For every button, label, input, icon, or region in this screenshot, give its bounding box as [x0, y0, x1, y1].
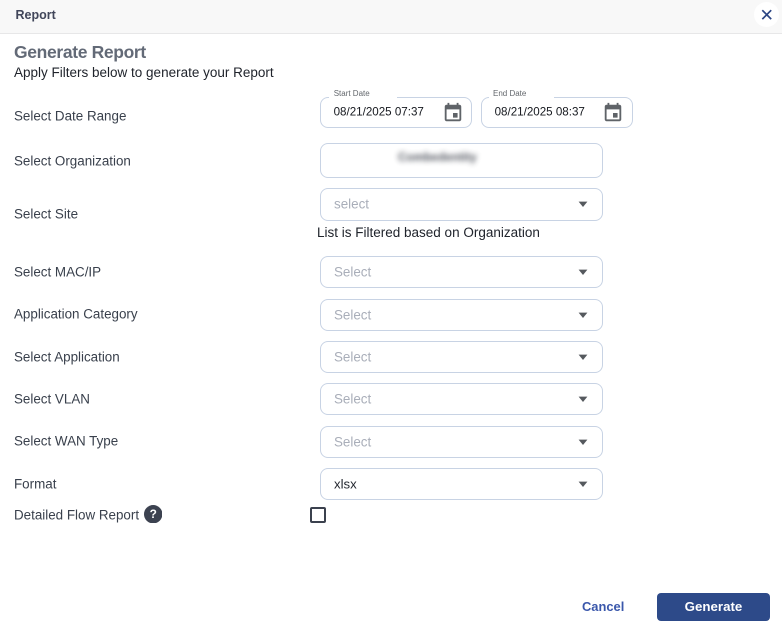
svg-text:?: ? — [149, 507, 156, 521]
